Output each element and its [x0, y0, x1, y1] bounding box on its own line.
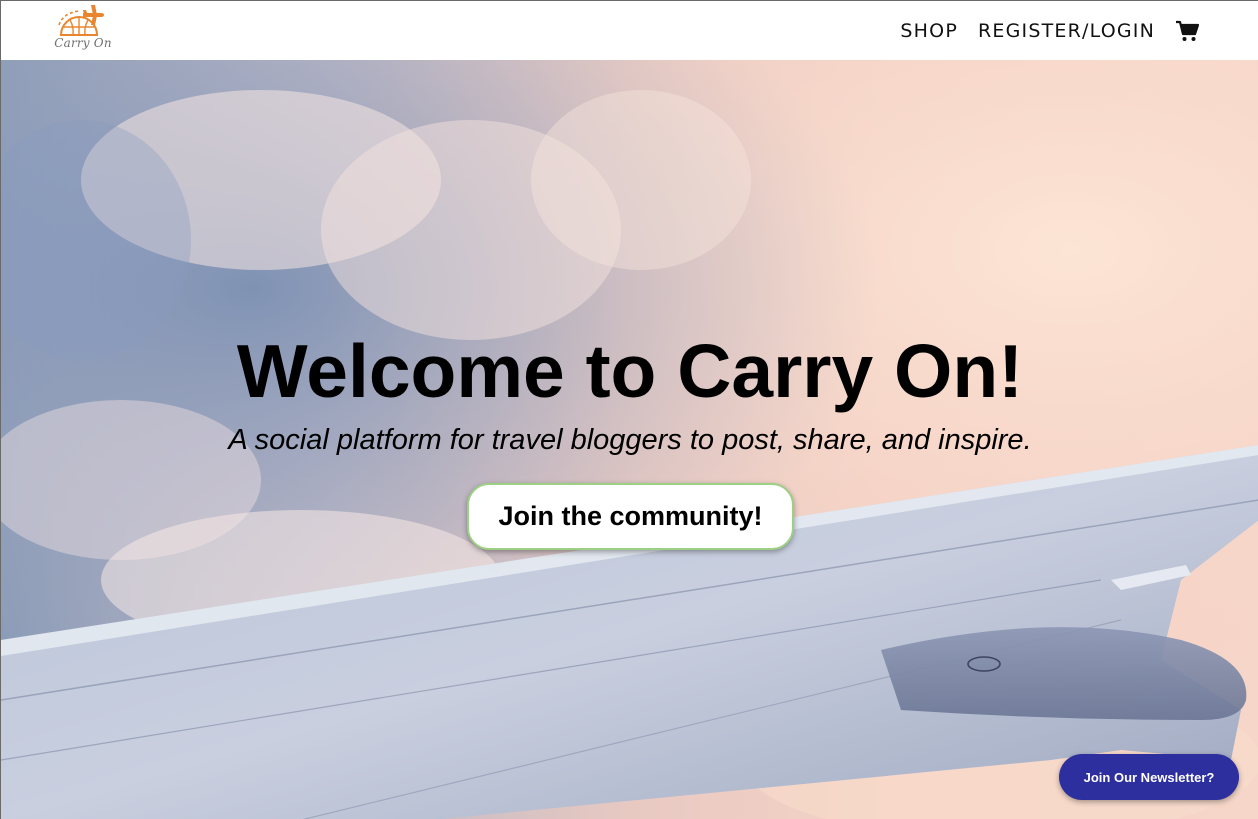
site-header: Carry On SHOP REGISTER/LOGIN [1, 1, 1258, 60]
nav-register-login-link[interactable]: REGISTER/LOGIN [978, 19, 1155, 43]
logo-globe-plane-icon [58, 5, 104, 36]
shopping-cart-icon[interactable] [1175, 19, 1200, 43]
hero-subtitle: A social platform for travel bloggers to… [228, 424, 1032, 456]
hero-title: Welcome to Carry On! [236, 329, 1024, 413]
logo-text: Carry On [54, 36, 112, 50]
page: Carry On SHOP REGISTER/LOGIN Welcome to … [0, 0, 1258, 819]
join-newsletter-button[interactable]: Join Our Newsletter? [1059, 754, 1239, 800]
join-community-button[interactable]: Join the community! [467, 483, 794, 550]
site-logo[interactable]: Carry On [51, 3, 113, 59]
hero-section: Welcome to Carry On! A social platform f… [1, 60, 1258, 819]
main-nav: SHOP REGISTER/LOGIN [880, 19, 1200, 43]
nav-shop-link[interactable]: SHOP [900, 19, 958, 43]
